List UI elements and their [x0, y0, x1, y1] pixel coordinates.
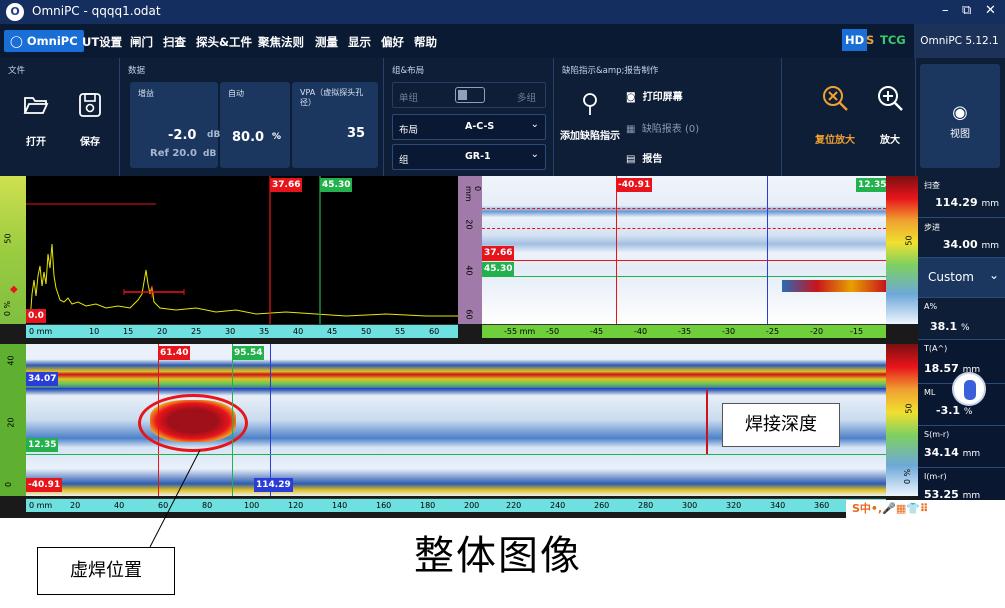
- annotation-leader-lines: [149, 449, 201, 548]
- overall-image-caption: 整体图像: [414, 533, 582, 579]
- cold-weld-location-label: 虚焊位置: [37, 547, 175, 595]
